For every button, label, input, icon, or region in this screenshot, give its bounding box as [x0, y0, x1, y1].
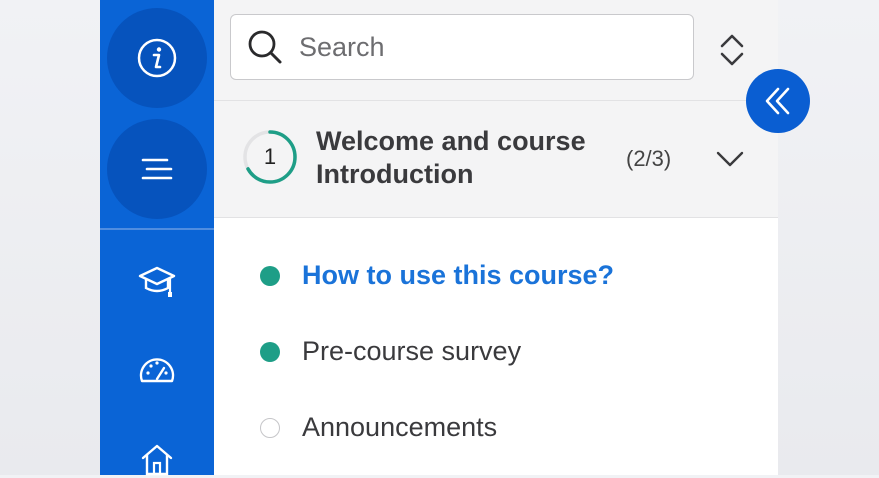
search-icon: [248, 30, 282, 64]
graduation-cap-icon: [138, 266, 176, 297]
lesson-label: Announcements: [302, 412, 498, 442]
module-title-line2: Introduction: [316, 159, 474, 189]
lesson-status-dot: [260, 418, 280, 438]
lesson-status-dot: [260, 266, 280, 286]
speedometer-icon: [139, 358, 175, 383]
info-icon: [137, 38, 177, 78]
course-outline-button[interactable]: [107, 119, 207, 219]
search-box[interactable]: [230, 14, 694, 80]
module-header[interactable]: 1 Welcome and course Introduction (2/3): [214, 101, 778, 218]
left-nav-rail: [100, 0, 214, 478]
home-icon: [141, 444, 173, 476]
module-number: 1: [263, 144, 277, 169]
lesson-label: How to use this course?: [302, 260, 615, 290]
collapse-panel-button[interactable]: [746, 69, 810, 133]
lesson-item-pre-course-survey[interactable]: Pre-course survey: [214, 322, 778, 382]
lesson-label: Pre-course survey: [302, 336, 522, 366]
lesson-status-dot: [260, 342, 280, 362]
double-chevron-left-icon: [765, 87, 790, 115]
expand-collapse-toggle[interactable]: [712, 30, 752, 70]
dashboard-button[interactable]: [137, 351, 177, 391]
info-button[interactable]: [107, 8, 207, 108]
rail-divider: [100, 228, 214, 230]
chevron-up-down-icon: [720, 34, 744, 66]
lesson-item-announcements[interactable]: Announcements: [214, 398, 778, 458]
search-area: [214, 0, 778, 101]
menu-lines-icon: [141, 158, 173, 180]
search-input[interactable]: [299, 31, 679, 63]
home-button[interactable]: [137, 438, 177, 478]
course-outline-panel: 1 Welcome and course Introduction (2/3) …: [214, 0, 778, 475]
module-lesson-count: (2/3): [626, 146, 672, 171]
chevron-down-icon[interactable]: [712, 141, 748, 177]
courses-button[interactable]: [137, 262, 177, 302]
lesson-item-how-to-use[interactable]: How to use this course?: [214, 246, 778, 306]
module-title-line1: Welcome and course: [316, 126, 586, 156]
module-title: Welcome and course Introduction: [316, 125, 616, 191]
